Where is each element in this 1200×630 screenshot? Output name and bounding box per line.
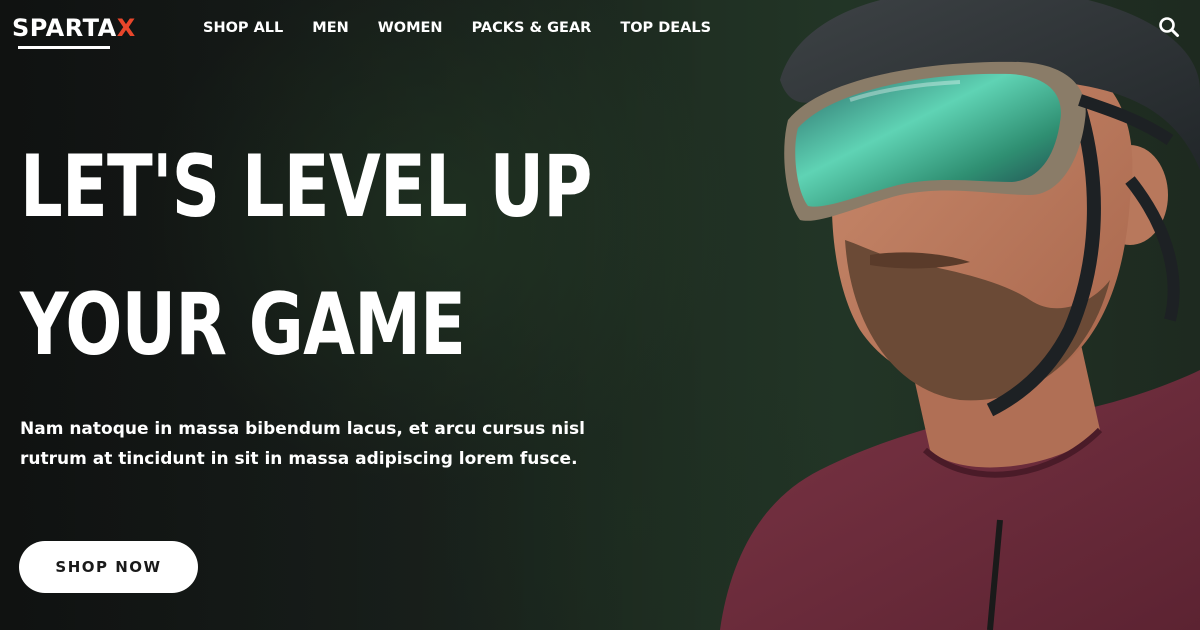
subcopy-line-1: Nam natoque in massa bibendum lacus, et … xyxy=(20,419,585,439)
hero-subcopy: Nam natoque in massa bibendum lacus, et … xyxy=(20,414,620,474)
nav-item-top-deals[interactable]: TOP DEALS xyxy=(620,18,711,38)
search-icon[interactable] xyxy=(1158,16,1180,38)
hero-banner: SPARTAX SHOP ALL MEN WOMEN PACKS & GEAR … xyxy=(0,0,1200,630)
hero-headline: LET'S LEVEL UP YOUR GAME xyxy=(20,118,592,394)
logo-underline xyxy=(18,46,110,49)
hero-photo xyxy=(720,0,1200,630)
site-header: SPARTAX SHOP ALL MEN WOMEN PACKS & GEAR … xyxy=(0,0,1200,56)
headline-line-1: LET'S LEVEL UP xyxy=(20,137,592,237)
subcopy-line-2: rutrum at tincidunt in sit in massa adip… xyxy=(20,449,578,469)
nav-item-men[interactable]: MEN xyxy=(312,18,348,38)
headline-line-2: YOUR GAME xyxy=(20,275,466,375)
logo-accent-letter: X xyxy=(116,14,136,42)
shop-now-button[interactable]: SHOP NOW xyxy=(19,541,198,593)
brand-logo[interactable]: SPARTAX xyxy=(12,14,136,42)
nav-item-women[interactable]: WOMEN xyxy=(378,18,443,38)
logo-text: SPARTA xyxy=(12,14,117,42)
nav-item-packs-gear[interactable]: PACKS & GEAR xyxy=(472,18,592,38)
main-nav: SHOP ALL MEN WOMEN PACKS & GEAR TOP DEAL… xyxy=(203,18,740,38)
nav-item-shop-all[interactable]: SHOP ALL xyxy=(203,18,283,38)
